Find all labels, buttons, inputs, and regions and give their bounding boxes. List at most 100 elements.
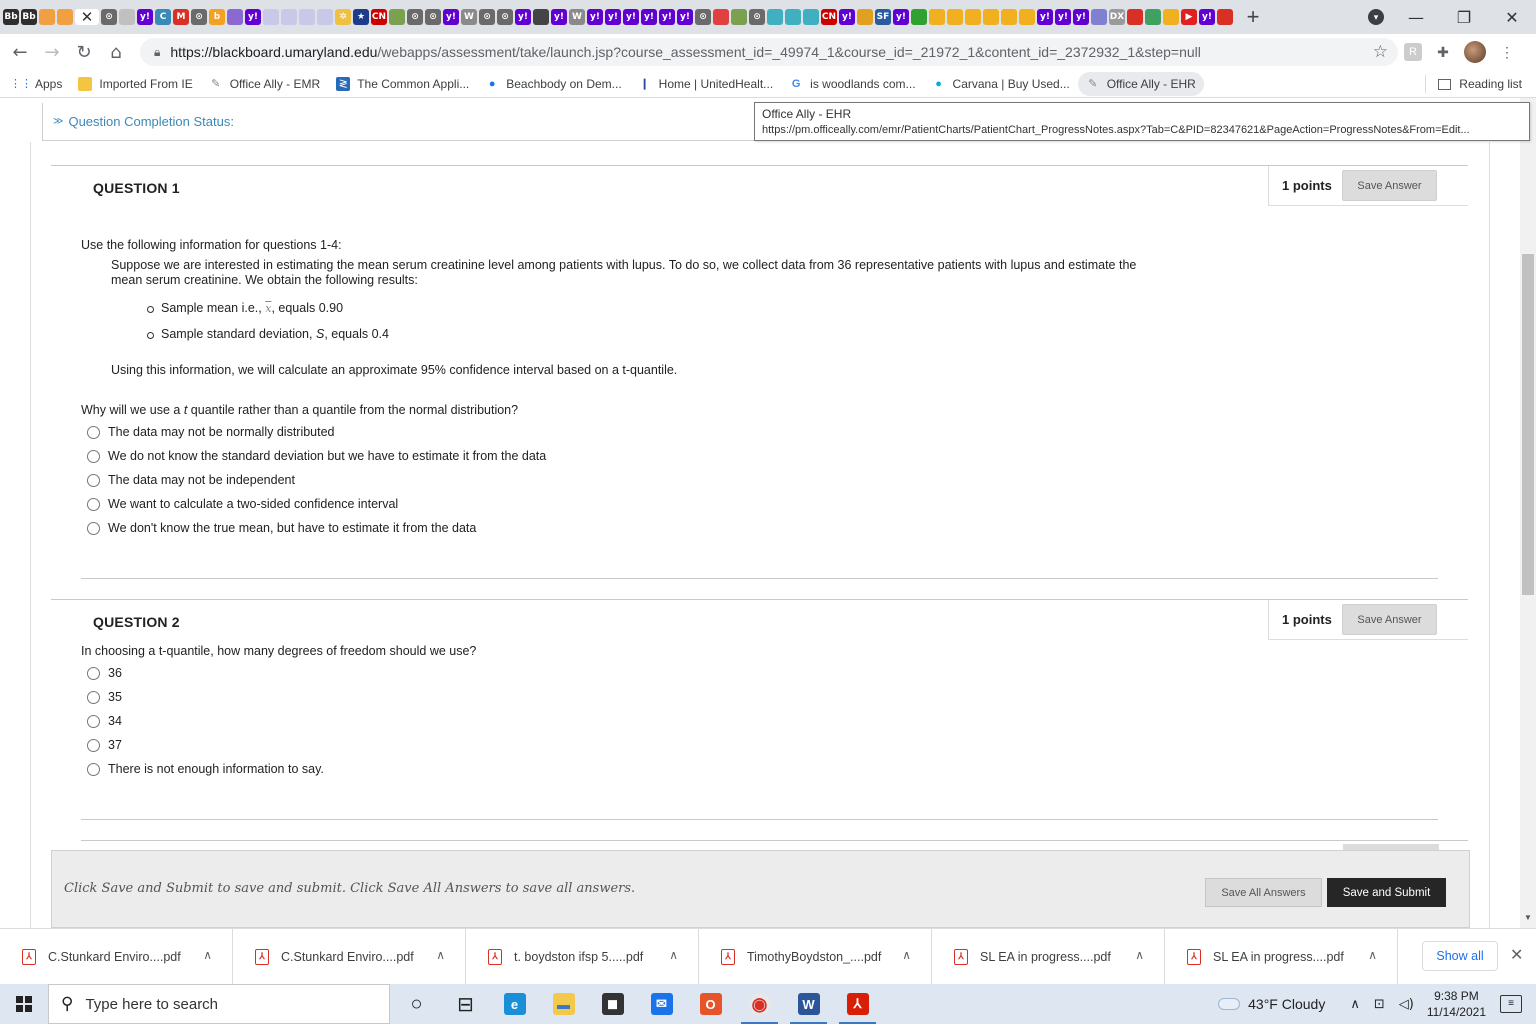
home-icon[interactable]: ⌂ [100, 42, 132, 63]
tab-favicon[interactable]: y! [1055, 9, 1071, 25]
tab-favicon[interactable] [281, 9, 297, 25]
tab-favicon[interactable] [1127, 9, 1143, 25]
radio-button[interactable] [87, 714, 100, 728]
office-icon[interactable]: O [686, 984, 735, 1024]
volume-icon[interactable]: ◁) [1399, 997, 1414, 1012]
tab-favicon[interactable] [983, 9, 999, 25]
tab-favicon[interactable]: b [209, 9, 225, 25]
download-item[interactable]: ⅄ SL EA in progress....pdf ∧ [932, 928, 1165, 985]
save-answer-button[interactable]: Save Answer [1342, 604, 1437, 635]
answer-option[interactable]: 37 [87, 733, 324, 757]
restore-button[interactable]: ❐ [1440, 8, 1488, 27]
answer-option[interactable]: The data may not be normally distributed [87, 420, 546, 444]
profile-avatar[interactable] [1464, 41, 1486, 63]
address-bar[interactable]: 🔒︎ https://blackboard.umaryland.edu/weba… [140, 38, 1398, 66]
chevron-up-icon[interactable]: ∧ [203, 948, 212, 962]
tab-search-icon[interactable]: ▾ [1368, 9, 1384, 25]
tab-favicon[interactable]: ▶ [1181, 9, 1197, 25]
save-and-submit-button[interactable]: Save and Submit [1327, 878, 1446, 907]
chevron-up-icon[interactable]: ∧ [1135, 948, 1144, 962]
radio-button[interactable] [87, 473, 100, 487]
tab-favicon[interactable]: y! [893, 9, 909, 25]
tab-favicon[interactable]: y! [641, 9, 657, 25]
cortana-icon[interactable]: ○ [392, 984, 441, 1024]
extensions-puzzle-icon[interactable]: ✚ [1434, 43, 1452, 61]
tab-favicon[interactable] [389, 9, 405, 25]
tab-favicon[interactable] [1001, 9, 1017, 25]
edge-icon[interactable]: e [490, 984, 539, 1024]
back-arrow-icon[interactable]: ← [4, 42, 36, 63]
tab-favicon[interactable]: M [173, 9, 189, 25]
option-label[interactable]: 34 [108, 714, 122, 728]
option-label[interactable]: The data may not be independent [108, 473, 295, 487]
answer-option[interactable]: There is not enough information to say. [87, 757, 324, 781]
tab-favicon[interactable]: CN [371, 9, 387, 25]
bookmark-item[interactable]: Gis woodlands com... [781, 72, 923, 96]
tab-favicon[interactable]: ⊙ [749, 9, 765, 25]
option-label[interactable]: 35 [108, 690, 122, 704]
scroll-down-arrow-icon[interactable]: ▼ [1520, 910, 1536, 926]
file-explorer-icon[interactable]: ▬ [539, 984, 588, 1024]
tab-favicon[interactable] [1163, 9, 1179, 25]
tab-favicon[interactable]: ⊙ [191, 9, 207, 25]
tab-favicon[interactable]: y! [839, 9, 855, 25]
tab-favicon[interactable]: SF [875, 9, 891, 25]
tab-favicon[interactable]: y! [137, 9, 153, 25]
chevron-up-icon[interactable]: ∧ [436, 948, 445, 962]
answer-option[interactable]: 36 [87, 661, 324, 685]
tab-favicon[interactable]: y! [1073, 9, 1089, 25]
answer-option[interactable]: The data may not be independent [87, 468, 546, 492]
chevron-up-icon[interactable]: ∧ [669, 948, 678, 962]
tab-favicon[interactable]: C [155, 9, 171, 25]
extension-r-icon[interactable]: R [1404, 43, 1422, 61]
tab-favicon[interactable] [317, 9, 333, 25]
answer-option[interactable]: We want to calculate a two-sided confide… [87, 492, 546, 516]
chevron-up-icon[interactable]: ∧ [1350, 997, 1360, 1012]
tab-favicon[interactable]: y! [605, 9, 621, 25]
download-item[interactable]: ⅄ t. boydston ifsp 5.....pdf ∧ [466, 928, 699, 985]
reload-icon[interactable]: ↻ [68, 42, 100, 63]
forward-arrow-icon[interactable]: → [36, 42, 68, 63]
show-all-downloads-button[interactable]: Show all [1422, 941, 1498, 971]
tab-favicon[interactable] [911, 9, 927, 25]
tab-favicon[interactable]: y! [623, 9, 639, 25]
option-label[interactable]: The data may not be normally distributed [108, 425, 335, 439]
tab-favicon[interactable] [803, 9, 819, 25]
tab-favicon[interactable] [713, 9, 729, 25]
tab-favicon[interactable]: ⊙ [425, 9, 441, 25]
tab-favicon[interactable]: y! [587, 9, 603, 25]
weather-widget[interactable]: 43°F Cloudy [1218, 996, 1325, 1012]
chevron-up-icon[interactable]: ∧ [1368, 948, 1377, 962]
chevron-up-icon[interactable]: ∧ [902, 948, 911, 962]
tab-favicon[interactable] [1019, 9, 1035, 25]
tab-favicon[interactable]: Bb [21, 9, 37, 25]
tab-favicon[interactable] [965, 9, 981, 25]
download-item[interactable]: ⅄ C.Stunkard Enviro....pdf ∧ [0, 928, 233, 985]
tab-favicon[interactable] [785, 9, 801, 25]
reading-list-button[interactable]: Reading list [1438, 72, 1522, 96]
network-icon[interactable]: ⊡ [1374, 997, 1385, 1012]
close-window-button[interactable]: ✕ [1488, 8, 1536, 27]
word-icon[interactable]: W [784, 984, 833, 1024]
tab-favicon[interactable] [263, 9, 279, 25]
radio-button[interactable] [87, 425, 100, 439]
radio-button[interactable] [87, 449, 100, 463]
download-item[interactable]: ⅄ C.Stunkard Enviro....pdf ∧ [233, 928, 466, 985]
tab-favicon[interactable] [929, 9, 945, 25]
task-view-icon[interactable]: ⊟ [441, 984, 490, 1024]
option-label[interactable]: We don't know the true mean, but have to… [108, 521, 476, 535]
tab-favicon[interactable] [57, 9, 73, 25]
option-label[interactable]: 37 [108, 738, 122, 752]
bookmark-item[interactable]: ✎ Office Ally - EMR [201, 72, 328, 96]
bookmark-item[interactable]: ❙ Home | UnitedHealt... [630, 72, 782, 96]
tab-favicon[interactable]: ⊙ [479, 9, 495, 25]
tab-favicon[interactable] [299, 9, 315, 25]
tab-favicon[interactable] [119, 9, 135, 25]
tab-favicon[interactable] [947, 9, 963, 25]
bookmark-item[interactable]: ≷ The Common Appli... [328, 72, 477, 96]
bookmark-item[interactable]: ✎ Office Ally - EHR [1077, 71, 1204, 96]
option-label[interactable]: 36 [108, 666, 122, 680]
tab-favicon[interactable] [731, 9, 747, 25]
menu-kebab-icon[interactable]: ⋮ [1498, 43, 1516, 61]
taskbar-search-input[interactable]: ⚲ Type here to search [48, 984, 390, 1024]
